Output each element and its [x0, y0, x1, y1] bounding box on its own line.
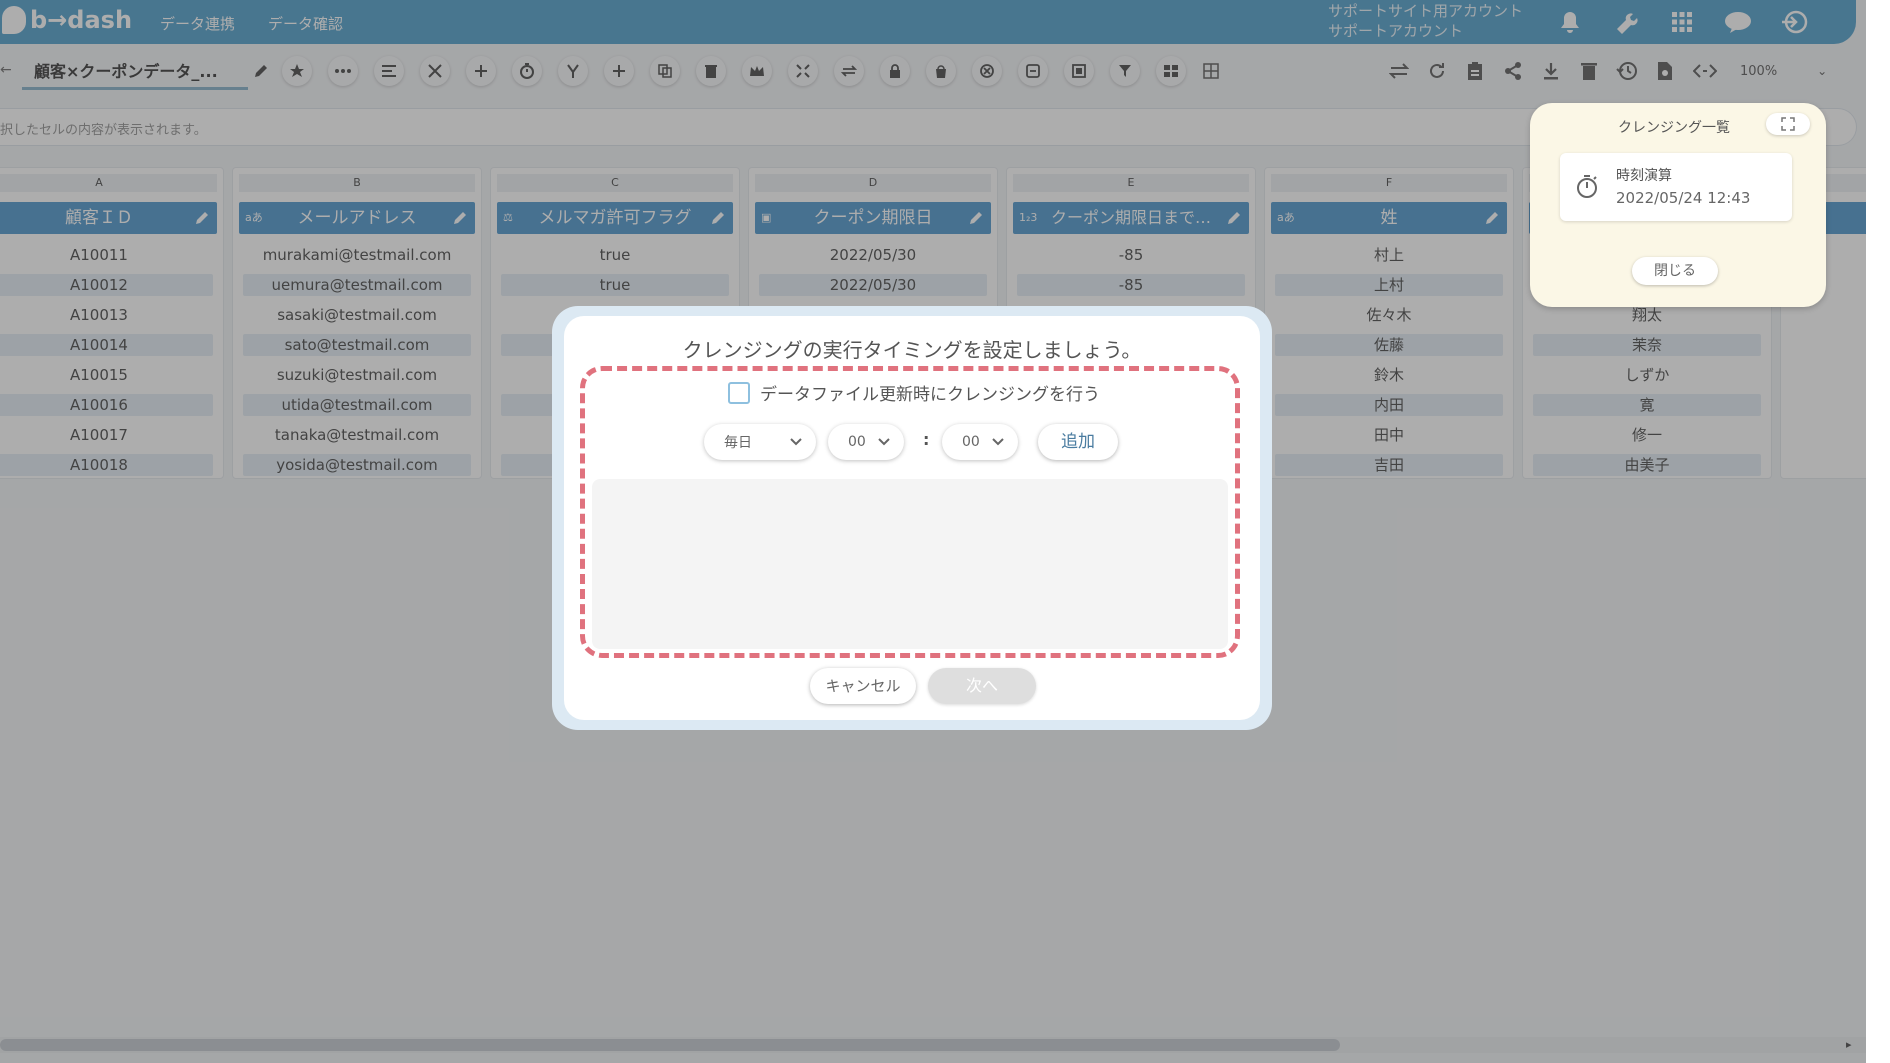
- minute-select[interactable]: 00: [942, 424, 1018, 460]
- cleansing-item-date: 2022/05/24 12:43: [1616, 189, 1751, 207]
- expand-icon[interactable]: [1766, 113, 1810, 135]
- frequency-select[interactable]: 毎日: [704, 424, 816, 460]
- timing-dialog-body: クレンジングの実行タイミングを設定しましょう。 データファイル更新時にクレンジン…: [564, 316, 1260, 720]
- timing-dialog: クレンジングの実行タイミングを設定しましょう。 データファイル更新時にクレンジン…: [552, 306, 1272, 730]
- next-button[interactable]: 次へ: [928, 668, 1036, 704]
- panel-title: クレンジング一覧: [1618, 120, 1730, 136]
- chevron-down-icon: [992, 438, 1004, 446]
- window-edge: [1866, 0, 1890, 1063]
- update-trigger-checkbox[interactable]: [728, 381, 750, 404]
- cleansing-item-title: 時刻演算: [1616, 168, 1672, 184]
- hour-select[interactable]: 00: [828, 424, 904, 460]
- frequency-value: 毎日: [724, 435, 752, 451]
- chevron-down-icon: [878, 438, 890, 446]
- cancel-button[interactable]: キャンセル: [810, 668, 916, 704]
- cleansing-list-panel: クレンジング一覧 時刻演算 2022/05/24 12:43 閉じる: [1530, 103, 1826, 307]
- update-trigger-label: データファイル更新時にクレンジングを行う: [760, 385, 1100, 405]
- app-window: b→dash データ連携 データ確認 サポートサイト用アカウント サポートアカウ…: [0, 0, 1866, 1063]
- add-timing-button[interactable]: 追加: [1038, 424, 1118, 460]
- timing-list: [592, 479, 1228, 649]
- cleansing-item[interactable]: 時刻演算 2022/05/24 12:43: [1560, 153, 1792, 221]
- timer-icon: [1577, 175, 1597, 198]
- time-separator: :: [923, 430, 930, 449]
- panel-close-button[interactable]: 閉じる: [1632, 257, 1718, 285]
- chevron-down-icon: [790, 438, 802, 446]
- hour-value: 00: [848, 434, 866, 450]
- update-trigger-option[interactable]: データファイル更新時にクレンジングを行う: [728, 380, 1100, 405]
- dialog-title: クレンジングの実行タイミングを設定しましょう。: [682, 338, 1142, 362]
- minute-value: 00: [962, 434, 980, 450]
